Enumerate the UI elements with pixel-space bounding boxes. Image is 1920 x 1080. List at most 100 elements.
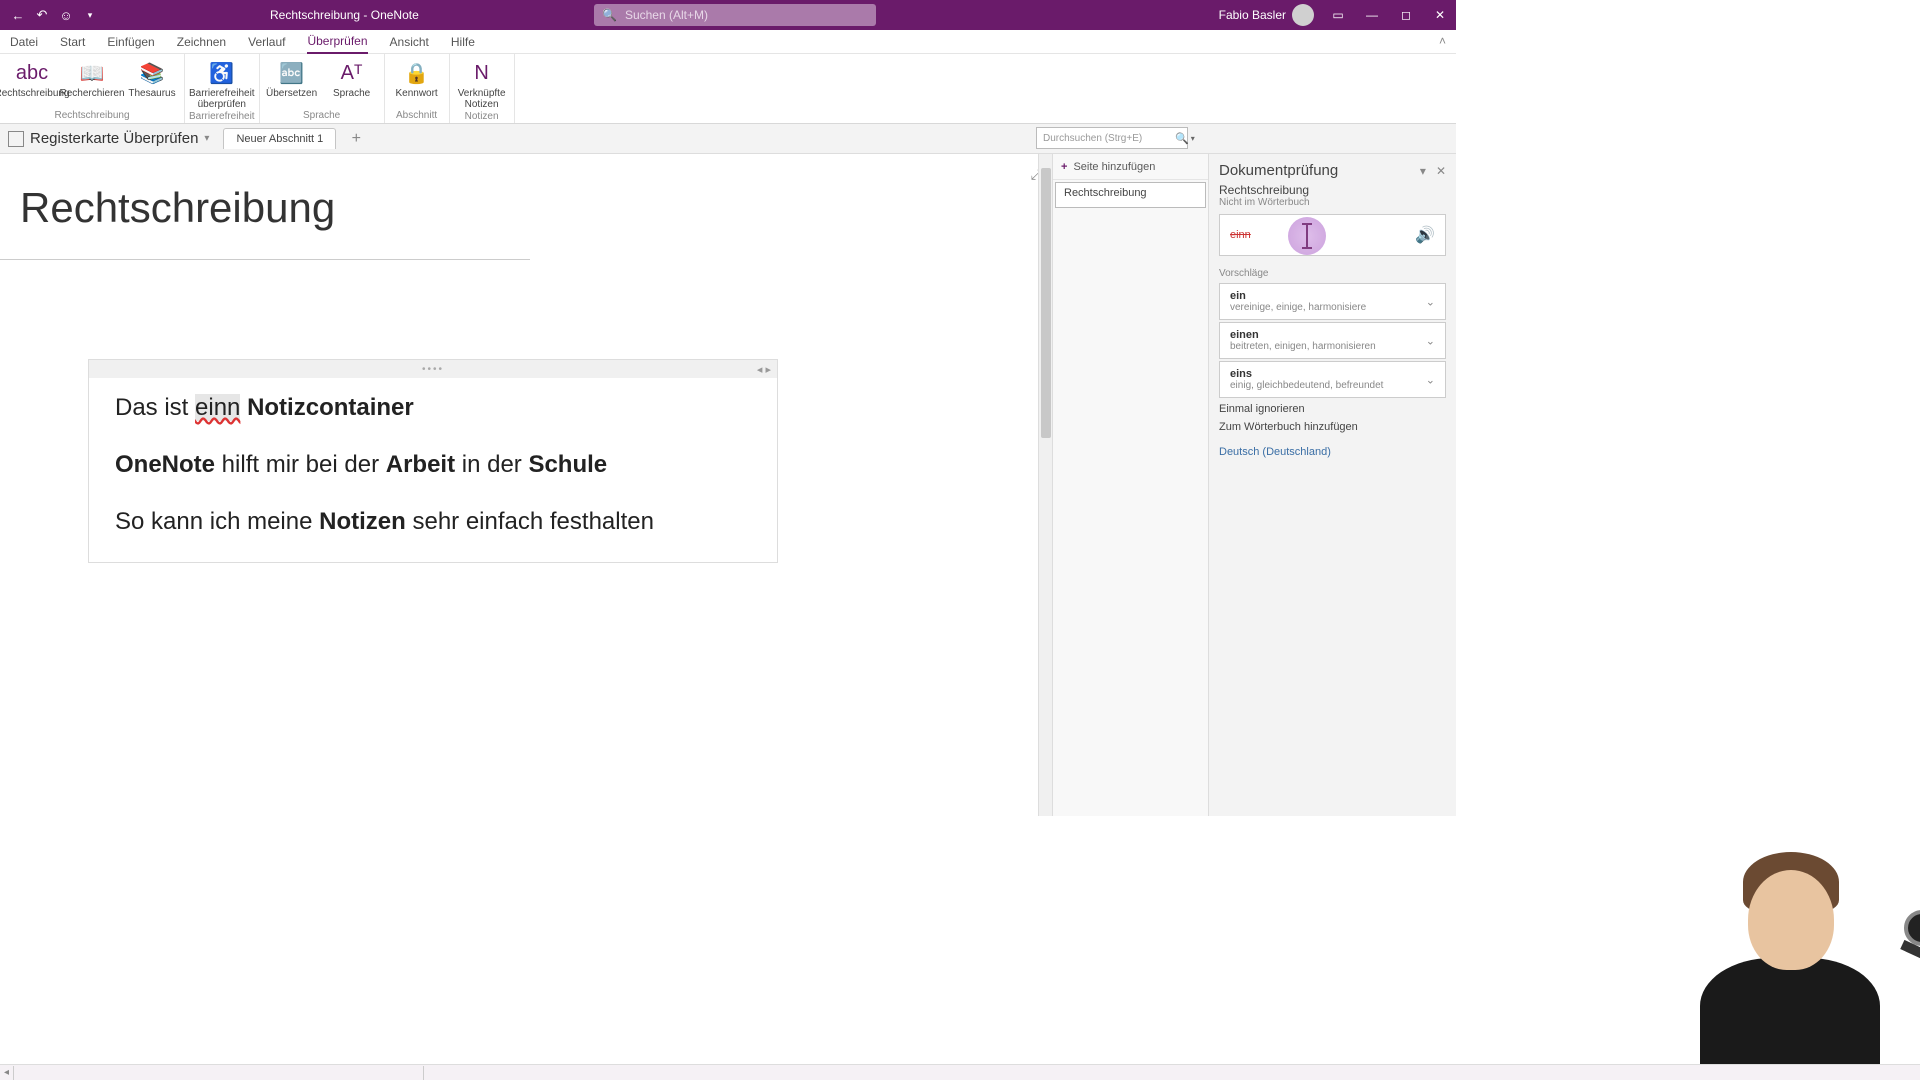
webcam-overlay [1660, 810, 1920, 1080]
suggestion-item[interactable]: einvereinige, einige, harmonisiere⌄ [1219, 283, 1446, 320]
maximize-icon[interactable]: ◻ [1396, 5, 1416, 25]
notebook-header: Registerkarte Überprüfen ▾ Neuer Abschni… [0, 124, 1456, 154]
add-to-dictionary-link[interactable]: Zum Wörterbuch hinzufügen [1209, 418, 1456, 436]
close-icon[interactable]: ✕ [1430, 5, 1450, 25]
page-list-item[interactable]: Rechtschreibung [1055, 182, 1206, 208]
add-page-button[interactable]: + Seite hinzufügen [1053, 154, 1208, 180]
grip-icon: •••• [422, 364, 444, 375]
pane-title: Dokumentprüfung [1219, 162, 1338, 179]
ribbon-rechtschreibung[interactable]: abcRechtschreibung [4, 56, 60, 99]
section-tab[interactable]: Neuer Abschnitt 1 [223, 128, 336, 149]
chevron-down-icon[interactable]: ⌄ [1426, 373, 1435, 386]
back-icon[interactable]: ← [10, 7, 26, 23]
menu-bar: Datei Start Einfügen Zeichnen Verlauf Überprü… [0, 30, 1456, 54]
spelling-error[interactable]: einn [195, 394, 240, 421]
ribbon-verknüpfte-notizen[interactable]: NVerknüpfte Notizen [454, 56, 510, 110]
menu-hilfe[interactable]: Hilfe [451, 35, 475, 49]
global-search[interactable]: 🔍 [594, 4, 876, 26]
horizontal-scrollbar[interactable] [14, 1066, 424, 1080]
language-link[interactable]: Deutsch (Deutschland) [1209, 436, 1456, 468]
ribbon-button-label: Thesaurus [128, 88, 175, 99]
ribbon-barrierefreiheit-überprüfen[interactable]: ♿Barrierefreiheit überprüfen [194, 56, 250, 110]
add-section-button[interactable]: + [348, 131, 364, 147]
notebook-search-input[interactable] [1043, 133, 1175, 144]
suggestion-item[interactable]: einseinig, gleichbedeutend, befreundet⌄ [1219, 361, 1446, 398]
account-button[interactable]: Fabio Basler [1219, 4, 1314, 26]
scroll-left-icon[interactable]: ◂ [0, 1066, 14, 1080]
menu-einfügen[interactable]: Einfügen [107, 35, 154, 49]
pane-close-icon[interactable]: ✕ [1436, 164, 1446, 178]
chevron-down-icon[interactable]: ⌄ [1426, 334, 1435, 347]
ribbon-group: NVerknüpfte NotizenNotizen [450, 54, 515, 123]
scrollbar-thumb[interactable] [1041, 168, 1051, 438]
chevron-down-icon[interactable]: ⌄ [1426, 295, 1435, 308]
book2-icon: 📚 [139, 60, 165, 86]
ribbon-group-label: Sprache [303, 109, 340, 123]
ribbon-group-label: Notizen [465, 110, 499, 124]
ignore-once-link[interactable]: Einmal ignorieren [1209, 400, 1456, 418]
cursor-highlight [1288, 217, 1326, 255]
ribbon-options-icon[interactable]: ▭ [1328, 5, 1348, 25]
abc-icon: abc [19, 60, 45, 86]
collapse-ribbon-icon[interactable]: ˄ [1439, 34, 1446, 48]
suggestion-desc: einig, gleichbedeutend, befreundet [1230, 380, 1435, 391]
ribbon: abcRechtschreibung📖Recherchieren 📚 Thesaur… [0, 54, 1456, 124]
resize-arrows-icon[interactable]: ◂ ▸ [757, 363, 771, 376]
notebook-icon [8, 131, 24, 147]
avatar [1292, 4, 1314, 26]
ribbon-group-label: Abschnitt [396, 109, 437, 123]
pane-subtitle: Rechtschreibung [1209, 179, 1456, 197]
page-canvas[interactable]: ⤢ Rechtschreibung •••• ◂ ▸ Das ist einn … [0, 154, 1052, 816]
menu-überprüfen[interactable]: Überprüfen [307, 30, 367, 54]
search-icon: 🔍 [602, 8, 617, 22]
ribbon-group: ♿Barrierefreiheit überprüfenBarrierefrei… [185, 54, 260, 123]
qat-chevron-icon[interactable]: ▾ [82, 7, 98, 23]
A-icon: Aᵀ [339, 60, 365, 86]
ribbon-thesaurus[interactable]: 📚 Thesaurus [124, 56, 180, 99]
undo-icon[interactable]: ↶ [34, 7, 50, 23]
suggestion-item[interactable]: einenbeitreten, einigen, harmonisieren⌄ [1219, 322, 1446, 359]
search-input[interactable] [625, 8, 868, 22]
ribbon-kennwort[interactable]: 🔒 Kennwort [389, 56, 445, 99]
suggestion-desc: beitreten, einigen, harmonisieren [1230, 341, 1435, 352]
search-icon: 🔍 [1175, 132, 1189, 145]
ribbon-sprache[interactable]: AᵀSprache [324, 56, 380, 99]
title-rule [0, 259, 530, 260]
page-title[interactable]: Rechtschreibung [20, 184, 335, 232]
note-container[interactable]: •••• ◂ ▸ Das ist einn Notizcontainer One… [88, 359, 778, 563]
speaker-icon[interactable]: 🔊 [1415, 225, 1435, 245]
error-word-box: einn 🔊 [1219, 214, 1446, 256]
text-cursor-icon [1306, 225, 1308, 247]
notebook-search[interactable]: 🔍 ▾ [1036, 127, 1188, 149]
notebook-name[interactable]: Registerkarte Überprüfen [30, 130, 198, 147]
menu-start[interactable]: Start [60, 35, 85, 49]
page-list: + Seite hinzufügen Rechtschreibung [1052, 154, 1208, 816]
chevron-down-icon[interactable]: ▾ [1191, 134, 1195, 143]
ribbon-button-label: Übersetzen [266, 88, 317, 99]
menu-verlauf[interactable]: Verlauf [248, 35, 285, 49]
menu-ansicht[interactable]: Ansicht [390, 35, 429, 49]
pane-options-icon[interactable]: ▾ [1420, 164, 1426, 178]
pane-note: Nicht im Wörterbuch [1209, 197, 1456, 208]
menu-datei[interactable]: Datei [10, 35, 38, 49]
microphone-icon [1890, 910, 1920, 1000]
N-icon: N [469, 60, 495, 86]
ribbon-recherchieren[interactable]: 📖Recherchieren [64, 56, 120, 99]
ribbon-button-label: Recherchieren [59, 88, 124, 99]
window-title: Rechtschreibung - OneNote [270, 0, 419, 30]
chevron-down-icon[interactable]: ▾ [204, 133, 209, 144]
menu-zeichnen[interactable]: Zeichnen [177, 35, 226, 49]
emoji-icon[interactable]: ☺ [58, 7, 74, 23]
note-body[interactable]: Das ist einn Notizcontainer OneNote hilf… [89, 378, 777, 562]
minimize-icon[interactable]: — [1362, 5, 1382, 25]
vertical-scrollbar[interactable] [1038, 154, 1052, 816]
lock-icon: 🔒 [404, 60, 430, 86]
container-drag-handle[interactable]: •••• ◂ ▸ [89, 360, 777, 378]
ribbon-übersetzen[interactable]: 🔤 Übersetzen [264, 56, 320, 99]
ribbon-button-label: Kennwort [395, 88, 437, 99]
ribbon-group: abcRechtschreibung📖Recherchieren 📚 Thesaur… [0, 54, 185, 123]
ribbon-group-label: Barrierefreiheit [189, 110, 255, 124]
person-icon: ♿ [209, 60, 235, 86]
title-bar: ← ↶ ☺ ▾ Rechtschreibung - OneNote 🔍 Fabi… [0, 0, 1456, 30]
translate-icon: 🔤 [279, 60, 305, 86]
